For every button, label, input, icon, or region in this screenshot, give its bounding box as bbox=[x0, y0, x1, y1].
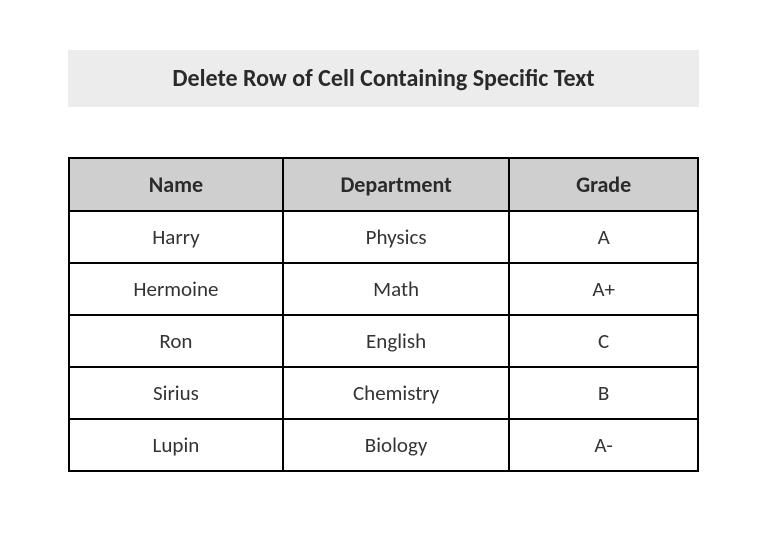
table-row: Hermoine Math A+ bbox=[69, 263, 698, 315]
data-table: Name Department Grade Harry Physics A He… bbox=[68, 157, 699, 472]
cell-grade: B bbox=[509, 367, 698, 419]
cell-grade: A+ bbox=[509, 263, 698, 315]
page-title: Delete Row of Cell Containing Specific T… bbox=[68, 50, 699, 107]
column-header-name: Name bbox=[69, 158, 283, 211]
cell-grade: A bbox=[509, 211, 698, 263]
cell-grade: C bbox=[509, 315, 698, 367]
table-row: Harry Physics A bbox=[69, 211, 698, 263]
table-row: Lupin Biology A- bbox=[69, 419, 698, 471]
cell-grade: A- bbox=[509, 419, 698, 471]
cell-department: Biology bbox=[283, 419, 509, 471]
table-header-row: Name Department Grade bbox=[69, 158, 698, 211]
cell-department: Math bbox=[283, 263, 509, 315]
cell-department: English bbox=[283, 315, 509, 367]
cell-department: Chemistry bbox=[283, 367, 509, 419]
cell-name: Harry bbox=[69, 211, 283, 263]
cell-name: Lupin bbox=[69, 419, 283, 471]
column-header-department: Department bbox=[283, 158, 509, 211]
cell-name: Ron bbox=[69, 315, 283, 367]
table-row: Ron English C bbox=[69, 315, 698, 367]
cell-department: Physics bbox=[283, 211, 509, 263]
cell-name: Sirius bbox=[69, 367, 283, 419]
column-header-grade: Grade bbox=[509, 158, 698, 211]
cell-name: Hermoine bbox=[69, 263, 283, 315]
table-row: Sirius Chemistry B bbox=[69, 367, 698, 419]
